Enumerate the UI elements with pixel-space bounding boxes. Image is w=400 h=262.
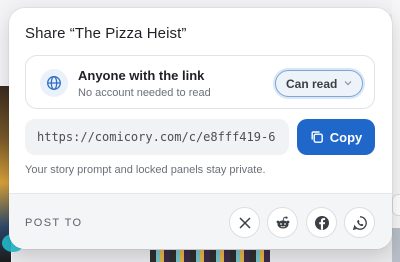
post-to-bar: POST TO bbox=[9, 193, 392, 249]
background-comic-strip bbox=[150, 250, 270, 262]
share-link-field[interactable]: https://comicory.com/c/e8fff419-6 bbox=[25, 119, 289, 155]
copy-icon bbox=[311, 131, 323, 143]
whatsapp-icon bbox=[352, 215, 367, 230]
access-title: Anyone with the link bbox=[78, 68, 205, 83]
background-right-panel bbox=[392, 0, 400, 262]
share-popover: Share “The Pizza Heist” Anyone with the … bbox=[9, 8, 392, 249]
share-reddit-button[interactable] bbox=[267, 207, 298, 238]
facebook-icon bbox=[314, 215, 329, 230]
permission-select[interactable]: Can read bbox=[275, 70, 363, 97]
copy-button-label: Copy bbox=[329, 129, 363, 145]
privacy-note: Your story prompt and locked panels stay… bbox=[25, 164, 266, 176]
chevron-down-icon bbox=[344, 81, 352, 86]
x-icon bbox=[238, 216, 251, 229]
share-whatsapp-button[interactable] bbox=[344, 207, 375, 238]
post-to-label: POST TO bbox=[25, 217, 83, 229]
permission-value: Can read bbox=[286, 76, 338, 91]
background-right-thumbnail bbox=[392, 228, 400, 262]
background-right-chip bbox=[392, 194, 400, 216]
copy-button[interactable]: Copy bbox=[297, 119, 375, 155]
reddit-icon bbox=[276, 216, 289, 228]
share-facebook-button[interactable] bbox=[306, 207, 337, 238]
access-subtitle: No account needed to read bbox=[78, 87, 211, 99]
share-title: Share “The Pizza Heist” bbox=[25, 25, 187, 42]
link-access-card: Anyone with the link No account needed t… bbox=[25, 55, 375, 109]
share-x-button[interactable] bbox=[229, 207, 260, 238]
globe-icon bbox=[40, 69, 68, 97]
